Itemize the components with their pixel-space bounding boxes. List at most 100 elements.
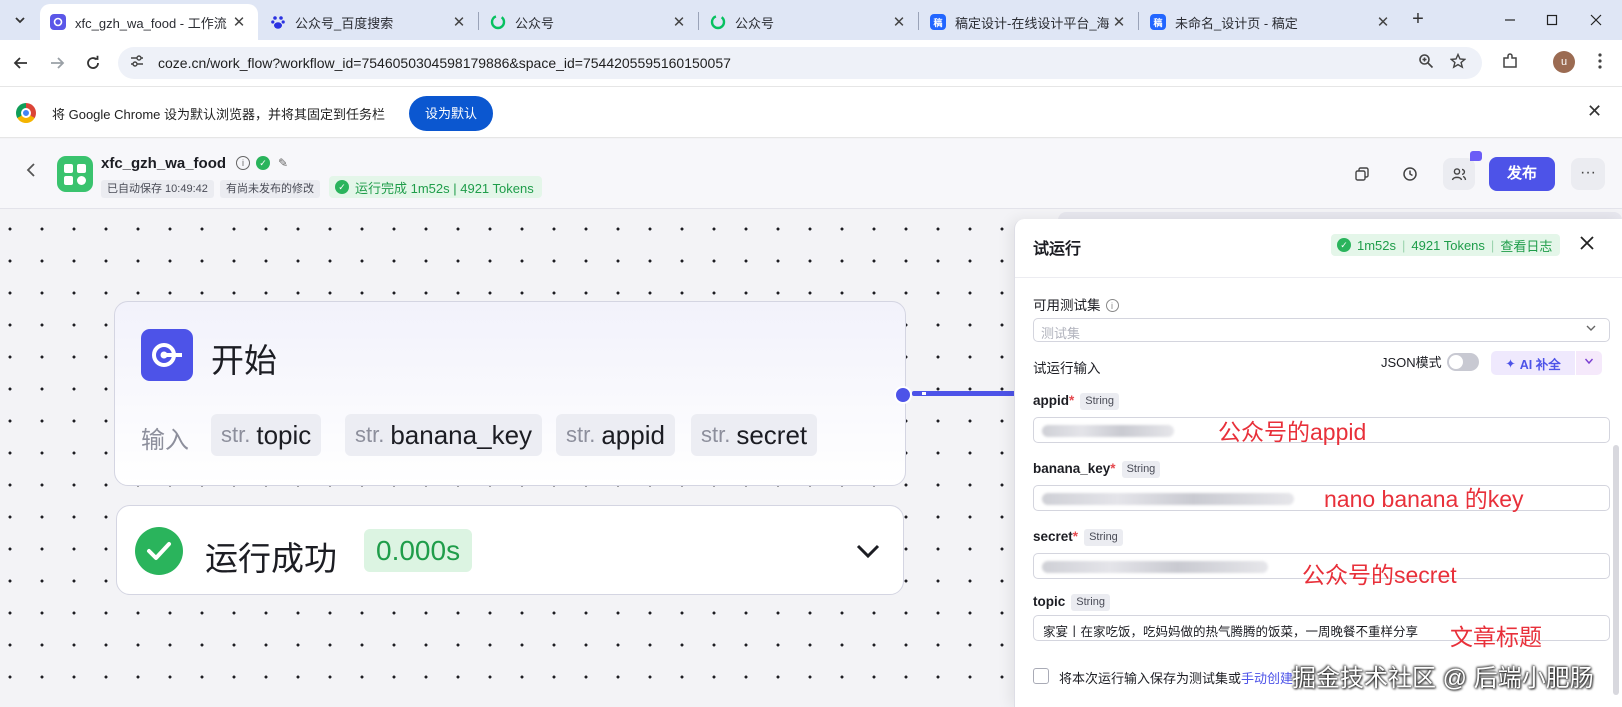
ai-fill-button[interactable]: ✦ AI 补全: [1491, 351, 1575, 375]
run-status-badge[interactable]: ✓ 运行完成 1m52s | 4921 Tokens: [329, 176, 542, 198]
tab-title: 公众号: [735, 15, 775, 31]
close-tab-icon[interactable]: ✕: [1374, 13, 1392, 31]
reload-button[interactable]: [80, 50, 106, 76]
back-button[interactable]: [24, 161, 38, 184]
start-node-output-port[interactable]: [894, 386, 912, 404]
annotation-topic: 文章标题: [1450, 624, 1542, 650]
param-chip: str. secret: [691, 414, 818, 456]
panel-divider: [1015, 277, 1622, 278]
notification-badge-icon: [1470, 151, 1482, 161]
save-as-testset-checkbox[interactable]: [1033, 668, 1049, 684]
maximize-icon: [1546, 14, 1558, 26]
field-label-appid: appid* String: [1033, 393, 1120, 410]
tab-workflow[interactable]: xfc_gzh_wa_food - 工作流 - 扣 ✕: [40, 4, 258, 40]
start-node[interactable]: 开始 输入 str. topic str. banana_key str. ap…: [114, 301, 906, 486]
reload-icon: [87, 55, 99, 69]
profile-avatar[interactable]: u: [1553, 51, 1575, 73]
extensions-icon[interactable]: [1498, 52, 1522, 76]
tab-title: 未命名_设计页 - 稿定: [1175, 15, 1298, 31]
redacted-value: [1042, 561, 1268, 573]
more-vert-icon[interactable]: [1588, 52, 1612, 76]
tab-gaoding-2[interactable]: 稿 未命名_设计页 - 稿定 ✕: [1140, 4, 1402, 40]
status-separator: |: [1490, 237, 1495, 253]
copy-icon: [1355, 167, 1369, 181]
forward-button[interactable]: [44, 50, 70, 76]
tab-separator: [1138, 12, 1139, 30]
more-options-button[interactable]: ···: [1571, 158, 1605, 190]
close-tab-icon[interactable]: ✕: [670, 13, 688, 31]
tab-gaoding-1[interactable]: 稿 稿定设计-在线设计平台_海报 ✕: [920, 4, 1138, 40]
default-browser-infobar: 将 Google Chrome 设为默认浏览器，并将其固定到任务栏 设为默认 ✕: [0, 86, 1622, 138]
tab-baidu[interactable]: 公众号_百度搜索 ✕: [260, 4, 478, 40]
tab-title: 公众号: [515, 15, 555, 31]
close-tab-icon[interactable]: ✕: [230, 13, 248, 31]
close-icon: [1590, 14, 1602, 26]
edge-marker: [922, 392, 926, 395]
run-result-card[interactable]: 运行成功 0.000s: [116, 505, 904, 595]
close-icon[interactable]: ✕: [1587, 101, 1602, 122]
trial-input-section-label: 试运行输入: [1033, 361, 1101, 376]
redacted-value: [1042, 425, 1174, 437]
tab-wechat-2[interactable]: 公众号 ✕: [700, 4, 918, 40]
run-status-badge: ✓ 1m52s | 4921 Tokens | 查看日志: [1331, 234, 1561, 256]
close-icon[interactable]: [1580, 233, 1594, 256]
close-tab-icon[interactable]: ✕: [450, 13, 468, 31]
tab-separator: [918, 12, 919, 30]
start-node-title: 开始: [211, 342, 277, 379]
new-tab-button[interactable]: +: [1406, 8, 1430, 32]
maximize-button[interactable]: [1534, 6, 1570, 34]
collaborators-button[interactable]: [1443, 158, 1475, 190]
start-node-icon: [141, 329, 193, 381]
testset-label: 可用测试集 i: [1033, 294, 1119, 314]
publish-button[interactable]: 发布: [1489, 157, 1555, 191]
tab-separator: [478, 12, 479, 30]
run-duration-badge: 0.000s: [364, 529, 473, 572]
arrow-right-icon: [51, 57, 65, 69]
redacted-value: [1042, 493, 1294, 505]
tab-title: 公众号_百度搜索: [295, 15, 394, 31]
arrow-left-icon: [13, 57, 27, 69]
check-circle-icon: ✓: [256, 156, 270, 170]
run-tokens: 4921 Tokens: [1411, 237, 1485, 253]
url-text[interactable]: coze.cn/work_flow?workflow_id=7546050304…: [158, 55, 731, 71]
tab-title: 稿定设计-在线设计平台_海报: [955, 15, 1110, 31]
users-icon: [1451, 168, 1467, 181]
site-info-icon[interactable]: [128, 54, 146, 72]
tab-wechat-1[interactable]: 公众号 ✕: [480, 4, 698, 40]
panel-scrollbar[interactable]: [1613, 445, 1619, 695]
testset-select[interactable]: 测试集: [1033, 318, 1610, 342]
chevron-down-icon: [1585, 322, 1597, 337]
address-bar[interactable]: coze.cn/work_flow?workflow_id=7546050304…: [118, 47, 1482, 79]
ai-fill-dropdown[interactable]: [1576, 351, 1602, 375]
bookmark-star-icon[interactable]: [1448, 52, 1468, 73]
start-node-input-label: 输入: [141, 427, 189, 454]
set-default-button[interactable]: 设为默认: [409, 96, 493, 131]
coze-icon: [50, 14, 66, 30]
close-tab-icon[interactable]: ✕: [890, 13, 908, 31]
watermark: 掘金技术社区 @ 后端小肥肠: [1292, 665, 1594, 692]
info-icon[interactable]: i: [1105, 299, 1119, 312]
unpublished-badge: 有尚未发布的修改: [220, 180, 320, 198]
chevron-down-icon[interactable]: [853, 536, 883, 566]
tab-search-dropdown[interactable]: [6, 6, 34, 34]
history-button[interactable]: [1394, 158, 1426, 190]
annotation-appid: 公众号的appid: [1218, 419, 1367, 445]
chrome-logo-icon: [16, 103, 36, 123]
tab-title: xfc_gzh_wa_food - 工作流 - 扣: [75, 15, 230, 31]
close-window-button[interactable]: [1578, 6, 1614, 34]
json-mode-toggle[interactable]: [1447, 353, 1479, 371]
edit-icon[interactable]: ✎: [276, 156, 290, 170]
minimize-icon: [1505, 19, 1515, 21]
back-button[interactable]: [8, 50, 34, 76]
manual-create-link[interactable]: 手动创建: [1241, 671, 1293, 686]
chevron-down-icon: [15, 17, 25, 24]
info-icon[interactable]: i: [236, 156, 250, 170]
workflow-name-icons: i ✓ ✎: [236, 156, 290, 170]
close-tab-icon[interactable]: ✕: [1110, 13, 1128, 31]
view-log-link[interactable]: 查看日志: [1500, 236, 1552, 255]
run-time: 1m52s: [1357, 237, 1397, 253]
zoom-icon[interactable]: [1416, 53, 1436, 73]
minimize-button[interactable]: [1492, 6, 1528, 34]
history-icon: [1403, 167, 1417, 181]
copy-button[interactable]: [1346, 158, 1378, 190]
